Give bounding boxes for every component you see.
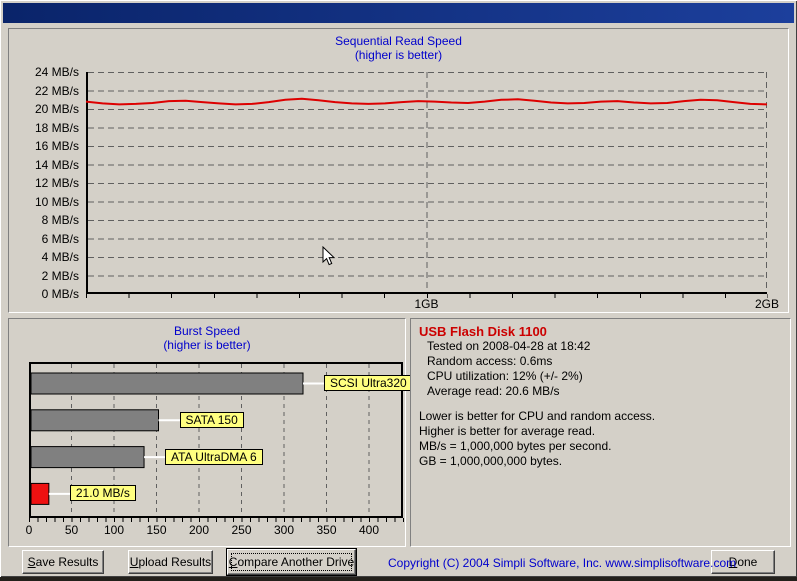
bar-value-label: ATA UltraDMA 6 (165, 448, 263, 465)
x-axis-tick-label: 2GB (754, 297, 779, 311)
notes-block: Lower is better for CPU and random acces… (419, 409, 782, 469)
note-line: MB/s = 1,000,000 bytes per second. (419, 439, 612, 453)
burst-speed-panel: Burst Speed (higher is better) 0 50 100 150… (8, 318, 413, 547)
average-read-line: Average read: 20.6 MB/s (427, 384, 560, 398)
y-axis-tick-label: 12 MB/s (34, 176, 79, 190)
note-line: GB = 1,000,000,000 bytes. (419, 454, 563, 468)
copyright-text: Copyright (C) 2004 Simpli Software, Inc.… (388, 556, 737, 570)
burst-x-tick-label: 150 (146, 523, 167, 537)
y-axis-tick-label: 16 MB/s (34, 139, 79, 153)
y-axis-tick-label: 14 MB/s (34, 157, 79, 172)
burst-x-tick-label: 100 (103, 523, 125, 537)
burst-x-tick-label: 200 (188, 523, 210, 537)
tested-on-line: Tested on 2008-04-28 at 18:42 (427, 339, 591, 353)
bar-value-label: SATA 150 (179, 411, 244, 428)
y-axis-tick-label: 18 MB/s (34, 120, 79, 135)
burst-chart-subtitle: (higher is better) (163, 338, 251, 352)
burst-x-axis-ticks (29, 518, 404, 522)
random-access-line: Random access: 0.6ms (427, 354, 553, 368)
sequential-chart-title: Sequential Read Speed (335, 34, 462, 48)
y-axis-tick-label: 22 MB/s (34, 83, 79, 98)
y-axis-tick-label: 24 MB/s (34, 65, 79, 79)
results-panel: USB Flash Disk 1100 Tested on 2008-04-28… (410, 318, 791, 547)
burst-x-tick-label: 50 (64, 523, 79, 537)
compare-another-drive-button[interactable]: Compare Another Drive (226, 548, 357, 576)
y-axis-tick-label: 8 MB/s (41, 213, 79, 227)
note-line: Higher is better for average read. (419, 424, 596, 438)
title-bar[interactable]: HD Tach version 3.0.4.0 - For non-commer… (3, 3, 794, 23)
cpu-utilization-line: CPU utilization: 12% (+/- 2%) (427, 369, 583, 383)
y-axis-tick-label: 10 MB/s (34, 194, 79, 209)
burst-x-tick-label: 250 (231, 523, 252, 537)
burst-x-tick-label: 0 (25, 523, 33, 537)
sequential-read-chart (86, 72, 767, 294)
burst-x-tick-label: 350 (316, 523, 337, 537)
note-line: Lower is better for CPU and random acces… (419, 409, 656, 423)
sequential-chart-subtitle: (higher is better) (354, 48, 443, 62)
bar-value-label: SCSI Ultra320 (324, 375, 413, 391)
burst-chart-title: Burst Speed (173, 324, 241, 338)
upload-results-button[interactable]: Upload Results (128, 550, 213, 574)
y-axis-tick-label: 4 MB/s (41, 250, 79, 264)
bar-value-label: 21.0 MB/s (69, 485, 136, 502)
drive-name: USB Flash Disk 1100 (419, 324, 547, 339)
sequential-read-panel: Sequential Read Speed (higher is better)… (8, 28, 789, 313)
burst-x-tick-label: 300 (273, 523, 295, 537)
x-axis-tick-label: 1GB (414, 297, 439, 311)
y-axis-tick-label: 20 MB/s (34, 102, 79, 116)
burst-x-tick-label: 400 (358, 523, 380, 537)
y-axis-tick-label: 2 MB/s (41, 268, 79, 283)
y-axis-tick-label: 0 MB/s (41, 287, 79, 301)
save-results-button[interactable]: Save Results (22, 550, 104, 574)
y-axis-tick-label: 6 MB/s (41, 231, 79, 246)
hd-tach-window: HD Tach version 3.0.4.0 - For non-commer… (0, 0, 797, 577)
